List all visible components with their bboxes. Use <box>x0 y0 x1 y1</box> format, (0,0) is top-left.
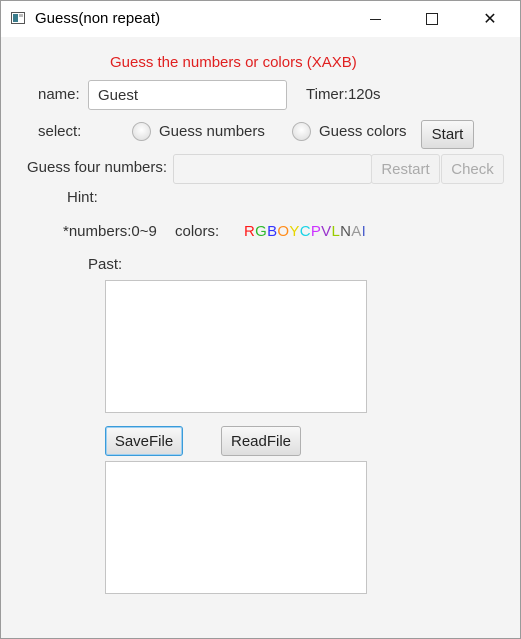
name-input[interactable] <box>88 80 287 110</box>
select-label: select: <box>38 123 82 140</box>
past-text-area[interactable] <box>105 280 367 413</box>
color-letter-i: I <box>361 223 367 240</box>
minimize-icon <box>369 18 381 20</box>
color-letter-a: A <box>351 223 362 240</box>
minimize-button[interactable] <box>352 1 398 37</box>
maximize-button[interactable] <box>409 1 455 37</box>
color-letter-o: O <box>277 223 290 240</box>
guess-input[interactable] <box>173 154 372 184</box>
past-label: Past: <box>88 256 123 273</box>
timer-label: Timer:120s <box>306 86 381 103</box>
file-text-area[interactable] <box>105 461 367 594</box>
maximize-icon <box>426 13 438 25</box>
start-button[interactable]: Start <box>421 120 474 149</box>
guess-label: Guess four numbers: <box>27 159 168 176</box>
color-letter-c: C <box>299 223 311 240</box>
check-button[interactable]: Check <box>441 154 504 184</box>
app-icon <box>11 12 25 24</box>
colors-label: colors: <box>175 223 220 240</box>
close-button[interactable]: ✕ <box>467 1 513 37</box>
app-window: Guess(non repeat) ✕ Guess the numbers or… <box>0 0 521 639</box>
hint-label: Hint: <box>67 189 98 206</box>
radio-guess-numbers-label[interactable]: Guess numbers <box>159 123 265 140</box>
name-label: name: <box>38 86 80 103</box>
radio-guess-colors[interactable] <box>292 122 311 141</box>
color-letter-y: Y <box>289 223 300 240</box>
game-title: Guess the numbers or colors (XAXB) <box>110 54 357 71</box>
close-icon: ✕ <box>483 11 497 28</box>
radio-guess-colors-label[interactable]: Guess colors <box>319 123 407 140</box>
window-title: Guess(non repeat) <box>35 10 161 27</box>
save-file-button[interactable]: SaveFile <box>105 426 183 456</box>
color-letter-p: P <box>310 223 322 240</box>
color-letter-r: R <box>244 223 256 240</box>
read-file-button[interactable]: ReadFile <box>221 426 301 456</box>
numbers-range-text: *numbers:0~9 <box>63 223 157 240</box>
title-bar[interactable]: Guess(non repeat) ✕ <box>1 1 520 37</box>
color-letter-v: V <box>321 223 332 240</box>
color-letters-legend: RGBOYCPVLNAI <box>244 223 366 240</box>
color-letter-n: N <box>340 223 352 240</box>
radio-guess-numbers[interactable] <box>132 122 151 141</box>
restart-button[interactable]: Restart <box>371 154 440 184</box>
color-letter-l: L <box>331 223 341 240</box>
color-letter-g: G <box>255 223 268 240</box>
color-letter-b: B <box>267 223 278 240</box>
